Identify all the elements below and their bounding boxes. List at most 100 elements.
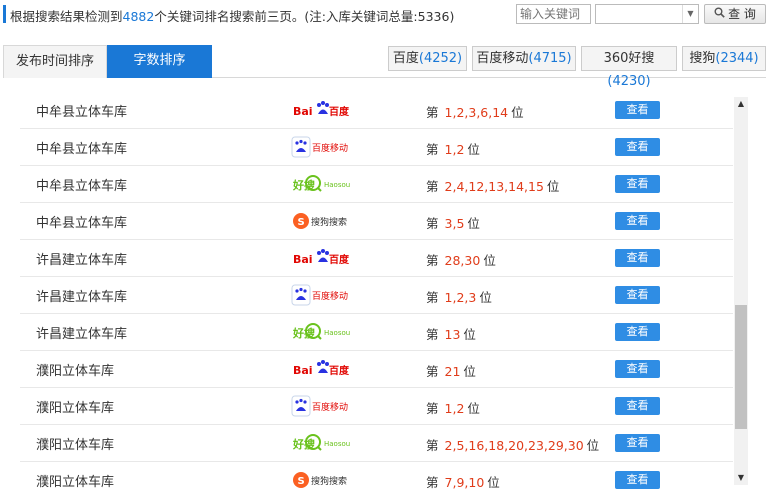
keyword-cell: 中牟县立体车库: [36, 216, 128, 231]
logo-latin: Bai: [293, 364, 313, 377]
view-button[interactable]: 查看: [615, 434, 660, 452]
baidu-logo-icon: Bai 百度: [291, 245, 353, 271]
view-button[interactable]: 查看: [615, 286, 660, 304]
vertical-scrollbar[interactable]: ▲ ▼: [734, 97, 748, 485]
rank-cell: 第 1,2,3,6,14 位: [426, 102, 524, 121]
summary-count: 4882: [122, 9, 155, 24]
logo-text: 百度移动: [312, 401, 348, 413]
baidu-logo-icon: Bai 百度: [291, 97, 353, 123]
search-icon: [714, 5, 725, 23]
rank-unit: 位: [479, 290, 492, 305]
engine-tab-label: 搜狗: [689, 51, 716, 66]
table-row: 中牟县立体车库 好搜 Haosou 第 2,4,12,13,14,15 位 查看: [20, 166, 733, 203]
rank-prefix: 第: [426, 142, 439, 157]
tab-divider: [212, 77, 766, 78]
sogou-logo-icon: S 搜狗搜索: [291, 467, 353, 492]
engine-select[interactable]: ▼: [595, 4, 699, 24]
rank-cell: 第 2,5,16,18,20,23,29,30 位: [426, 435, 599, 454]
keyword-cell: 濮阳立体车库: [36, 401, 115, 416]
rank-unit: 位: [467, 142, 480, 157]
rank-prefix: 第: [426, 327, 439, 342]
rank-unit: 位: [586, 438, 600, 453]
engine-tab-baidu[interactable]: 百度(4252): [388, 46, 467, 71]
tab-publish-time[interactable]: 发布时间排序: [3, 45, 107, 78]
rank-unit: 位: [463, 364, 476, 379]
rank-unit: 位: [487, 475, 500, 490]
view-button[interactable]: 查看: [615, 471, 660, 489]
haosou-logo-icon: 好搜 Haosou: [291, 430, 353, 456]
rank-cell: 第 28,30 位: [426, 250, 496, 269]
logo-text: 百度: [329, 105, 350, 118]
haosou-logo-icon: 好搜 Haosou: [291, 171, 353, 197]
rank-prefix: 第: [426, 216, 439, 231]
view-button[interactable]: 查看: [615, 249, 660, 267]
engine-tab-360[interactable]: 360好搜 (4230): [581, 46, 677, 89]
view-button[interactable]: 查看: [615, 101, 660, 119]
engine-tab-sogou[interactable]: 搜狗(2344): [682, 46, 766, 71]
summary-prefix: 根据搜索结果检测到: [10, 9, 123, 24]
rank-cell: 第 1,2 位: [426, 398, 480, 417]
scroll-thumb[interactable]: [735, 305, 747, 429]
table-row: 中牟县立体车库 百度移动 第 1,2 位 查看: [20, 129, 733, 166]
view-button[interactable]: 查看: [615, 212, 660, 230]
engine-tab-count: (4715): [528, 51, 572, 66]
view-button[interactable]: 查看: [615, 138, 660, 156]
rank-positions: 21: [444, 364, 461, 379]
engine-tab-count: (2344): [715, 51, 759, 66]
rank-positions: 1,2: [444, 401, 465, 416]
table-row: 濮阳立体车库 S 搜狗搜索 第 7,9,10 位 查看: [20, 462, 733, 492]
haosou-logo-icon: 好搜 Haosou: [291, 319, 353, 345]
chevron-down-icon[interactable]: ▼: [682, 5, 698, 23]
keyword-input[interactable]: [516, 4, 591, 24]
tab-word-count[interactable]: 字数排序: [107, 45, 212, 78]
baidu-mobile-logo-icon: 百度移动: [291, 282, 353, 308]
rank-prefix: 第: [426, 401, 439, 416]
query-button-label: 查 询: [728, 7, 756, 21]
table-row: 中牟县立体车库 S 搜狗搜索 第 3,5 位 查看: [20, 203, 733, 240]
rank-cell: 第 2,4,12,13,14,15 位: [426, 176, 559, 195]
title-marker: [3, 5, 6, 23]
svg-text:S: S: [298, 217, 305, 228]
query-button[interactable]: 查 询: [704, 4, 766, 24]
keyword-cell: 许昌建立体车库: [36, 327, 128, 342]
engine-tab-count: (4230): [607, 74, 651, 89]
engine-tab-label: 360好搜: [603, 51, 655, 66]
scroll-up-icon[interactable]: ▲: [734, 97, 748, 111]
engine-tab-count: (4252): [418, 51, 463, 66]
rank-cell: 第 7,9,10 位: [426, 472, 500, 491]
keyword-cell: 濮阳立体车库: [36, 475, 115, 490]
rank-prefix: 第: [426, 253, 439, 268]
rank-unit: 位: [546, 179, 560, 194]
rank-cell: 第 1,2,3 位: [426, 287, 492, 306]
rank-prefix: 第: [426, 179, 439, 194]
summary-suffix: 个关键词排名搜索前三页。(注:入库关键词总量:5336): [154, 9, 455, 24]
engine-tab-label: 百度: [392, 51, 419, 66]
table-row: 濮阳立体车库 Bai 百度 第 21 位 查看: [20, 351, 733, 388]
logo-text: 百度: [329, 364, 350, 377]
table-row: 许昌建立体车库 Bai 百度 第 28,30 位 查看: [20, 240, 733, 277]
keyword-cell: 濮阳立体车库: [36, 364, 115, 379]
engine-tab-baidu-mobile[interactable]: 百度移动(4715): [472, 46, 576, 71]
keyword-cell: 许昌建立体车库: [36, 290, 128, 305]
rank-prefix: 第: [426, 475, 439, 490]
keyword-cell: 濮阳立体车库: [36, 438, 115, 453]
rank-positions: 2,5,16,18,20,23,29,30: [444, 438, 584, 453]
view-button[interactable]: 查看: [615, 175, 660, 193]
rank-cell: 第 13 位: [426, 324, 476, 343]
svg-text:S: S: [298, 476, 305, 487]
sogou-logo-icon: S 搜狗搜索: [291, 208, 353, 234]
table-row: 濮阳立体车库 好搜 Haosou 第 2,5,16,18,20,23,29,30 位 …: [20, 425, 733, 462]
rank-positions: 1,2,3: [444, 290, 477, 305]
baidu-mobile-logo-icon: 百度移动: [291, 134, 353, 160]
view-button[interactable]: 查看: [615, 360, 660, 378]
view-button[interactable]: 查看: [615, 323, 660, 341]
rank-unit: 位: [483, 253, 496, 268]
keyword-cell: 中牟县立体车库: [36, 105, 128, 120]
scroll-down-icon[interactable]: ▼: [734, 471, 748, 485]
logo-text: 百度移动: [312, 290, 348, 302]
view-button[interactable]: 查看: [615, 397, 660, 415]
rank-prefix: 第: [426, 290, 439, 305]
rank-unit: 位: [467, 216, 480, 231]
rank-positions: 28,30: [444, 253, 481, 268]
rank-cell: 第 21 位: [426, 361, 476, 380]
